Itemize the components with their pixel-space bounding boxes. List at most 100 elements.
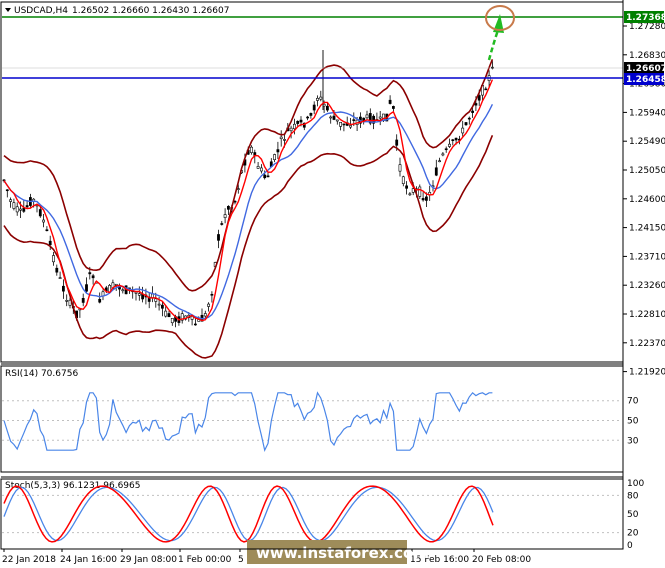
candle-body <box>408 193 412 196</box>
candle-body <box>164 310 168 317</box>
main-chart-frame <box>0 1 624 363</box>
candle-body <box>296 120 300 124</box>
candle-body <box>42 219 46 223</box>
price-tick-label: 1.27280 <box>629 22 665 32</box>
time-tick-label: 22 Jan 2018 <box>2 555 56 565</box>
stoch-tick-label: 20 <box>627 529 639 539</box>
watermark-text: www.instaforex.com <box>256 544 429 562</box>
candle-body <box>398 164 402 172</box>
candle-body <box>256 166 260 169</box>
time-tick-label: 29 Jan 08:00 <box>120 555 177 565</box>
candle-body <box>81 298 85 303</box>
candle-body <box>332 115 336 120</box>
candle-body <box>38 209 42 217</box>
badge-blue-text: 1.26458 <box>626 75 665 85</box>
price-tick-label: 1.24600 <box>629 195 665 205</box>
candle-body <box>48 240 52 246</box>
candle-body <box>263 174 267 179</box>
stoch-tick-label: 0 <box>627 541 633 551</box>
price-tick-label: 1.23260 <box>629 281 665 291</box>
candle-body <box>250 146 253 153</box>
price-tick-label: 1.21920 <box>629 368 665 378</box>
candle-body <box>121 289 125 292</box>
candle-body <box>306 116 310 119</box>
candle-body <box>134 291 138 294</box>
candle-body <box>448 143 451 147</box>
candle-body <box>299 119 303 123</box>
candle-body <box>292 123 296 130</box>
candle-body <box>137 293 141 296</box>
candle-body <box>325 105 329 111</box>
time-tick-label: 5 <box>238 555 244 565</box>
candle-body <box>91 275 95 279</box>
candle-body <box>65 300 69 302</box>
candle-body <box>339 122 343 127</box>
candle-body <box>474 103 478 106</box>
candle-body <box>464 122 468 126</box>
stoch-main-line <box>3 485 494 543</box>
candle-body <box>58 277 62 279</box>
candle-body <box>316 97 319 101</box>
candle-body <box>223 214 227 218</box>
rsi-box <box>0 365 624 473</box>
candle-body <box>342 123 346 126</box>
price-tick-label: 1.24150 <box>629 224 665 234</box>
candle-body <box>279 136 283 139</box>
candle-body <box>484 88 488 91</box>
candle-body <box>424 196 428 201</box>
ohlc-values: 1.26502 1.26660 1.26430 1.26607 <box>72 6 229 16</box>
candle-body <box>378 116 382 119</box>
candle-body <box>61 285 65 292</box>
candle-body <box>438 160 442 163</box>
price-tick-label: 1.22370 <box>629 339 665 349</box>
candle-body <box>25 205 29 208</box>
time-tick-label: 1 Feb 00:00 <box>178 555 232 565</box>
candle-body <box>283 139 286 141</box>
candle-body <box>45 229 49 232</box>
symbol-label[interactable]: USDCAD,H4 <box>14 6 68 16</box>
time-tick-label: 24 Jan 16:00 <box>60 555 117 565</box>
price-tick-label: 1.26830 <box>629 51 665 61</box>
candle-body <box>88 272 92 275</box>
stoch-tick-label: 80 <box>627 491 639 501</box>
candle-body <box>276 149 280 153</box>
candle-body <box>220 223 224 225</box>
candle-body <box>22 207 26 212</box>
candle-body <box>203 313 207 317</box>
candle-body <box>461 127 465 134</box>
candle-body <box>210 293 214 296</box>
badge-green-text: 1.27368 <box>626 13 665 23</box>
candle-body <box>391 106 395 109</box>
trading-chart[interactable]: USDCAD,H4 1.26502 1.26660 1.26430 1.2660… <box>0 0 665 568</box>
time-tick-label: 20 Feb 08:00 <box>472 555 531 565</box>
candle-body <box>289 127 293 132</box>
candle-body <box>157 303 161 306</box>
badge-black-text: 1.26607 <box>626 64 665 74</box>
rsi-tick-label: 30 <box>627 436 639 446</box>
candle-body <box>405 185 409 189</box>
candle-body <box>227 205 230 210</box>
candle-body <box>329 116 333 119</box>
candle-body <box>161 304 164 309</box>
candle-body <box>259 167 263 172</box>
candle-body <box>418 186 422 197</box>
candle-body <box>266 175 270 178</box>
candle-body <box>401 176 405 184</box>
candle-body <box>451 139 455 142</box>
rsi-tick-label: 50 <box>627 417 639 427</box>
candle-body <box>454 137 458 141</box>
candle-body <box>154 298 158 302</box>
rsi-label: RSI(14) 70.6756 <box>5 369 78 379</box>
candle-body <box>98 298 102 303</box>
candle-body <box>55 267 59 273</box>
candle-body <box>15 206 19 213</box>
candle-body <box>388 99 392 104</box>
stoch-tick-label: 100 <box>627 479 644 489</box>
candle-body <box>395 139 399 146</box>
candle-body <box>444 148 448 151</box>
price-tick-label: 1.25940 <box>629 108 665 118</box>
candle-body <box>233 200 237 203</box>
price-tick-label: 1.23710 <box>629 252 665 262</box>
rsi-line <box>3 391 493 452</box>
candle-body <box>319 96 323 100</box>
